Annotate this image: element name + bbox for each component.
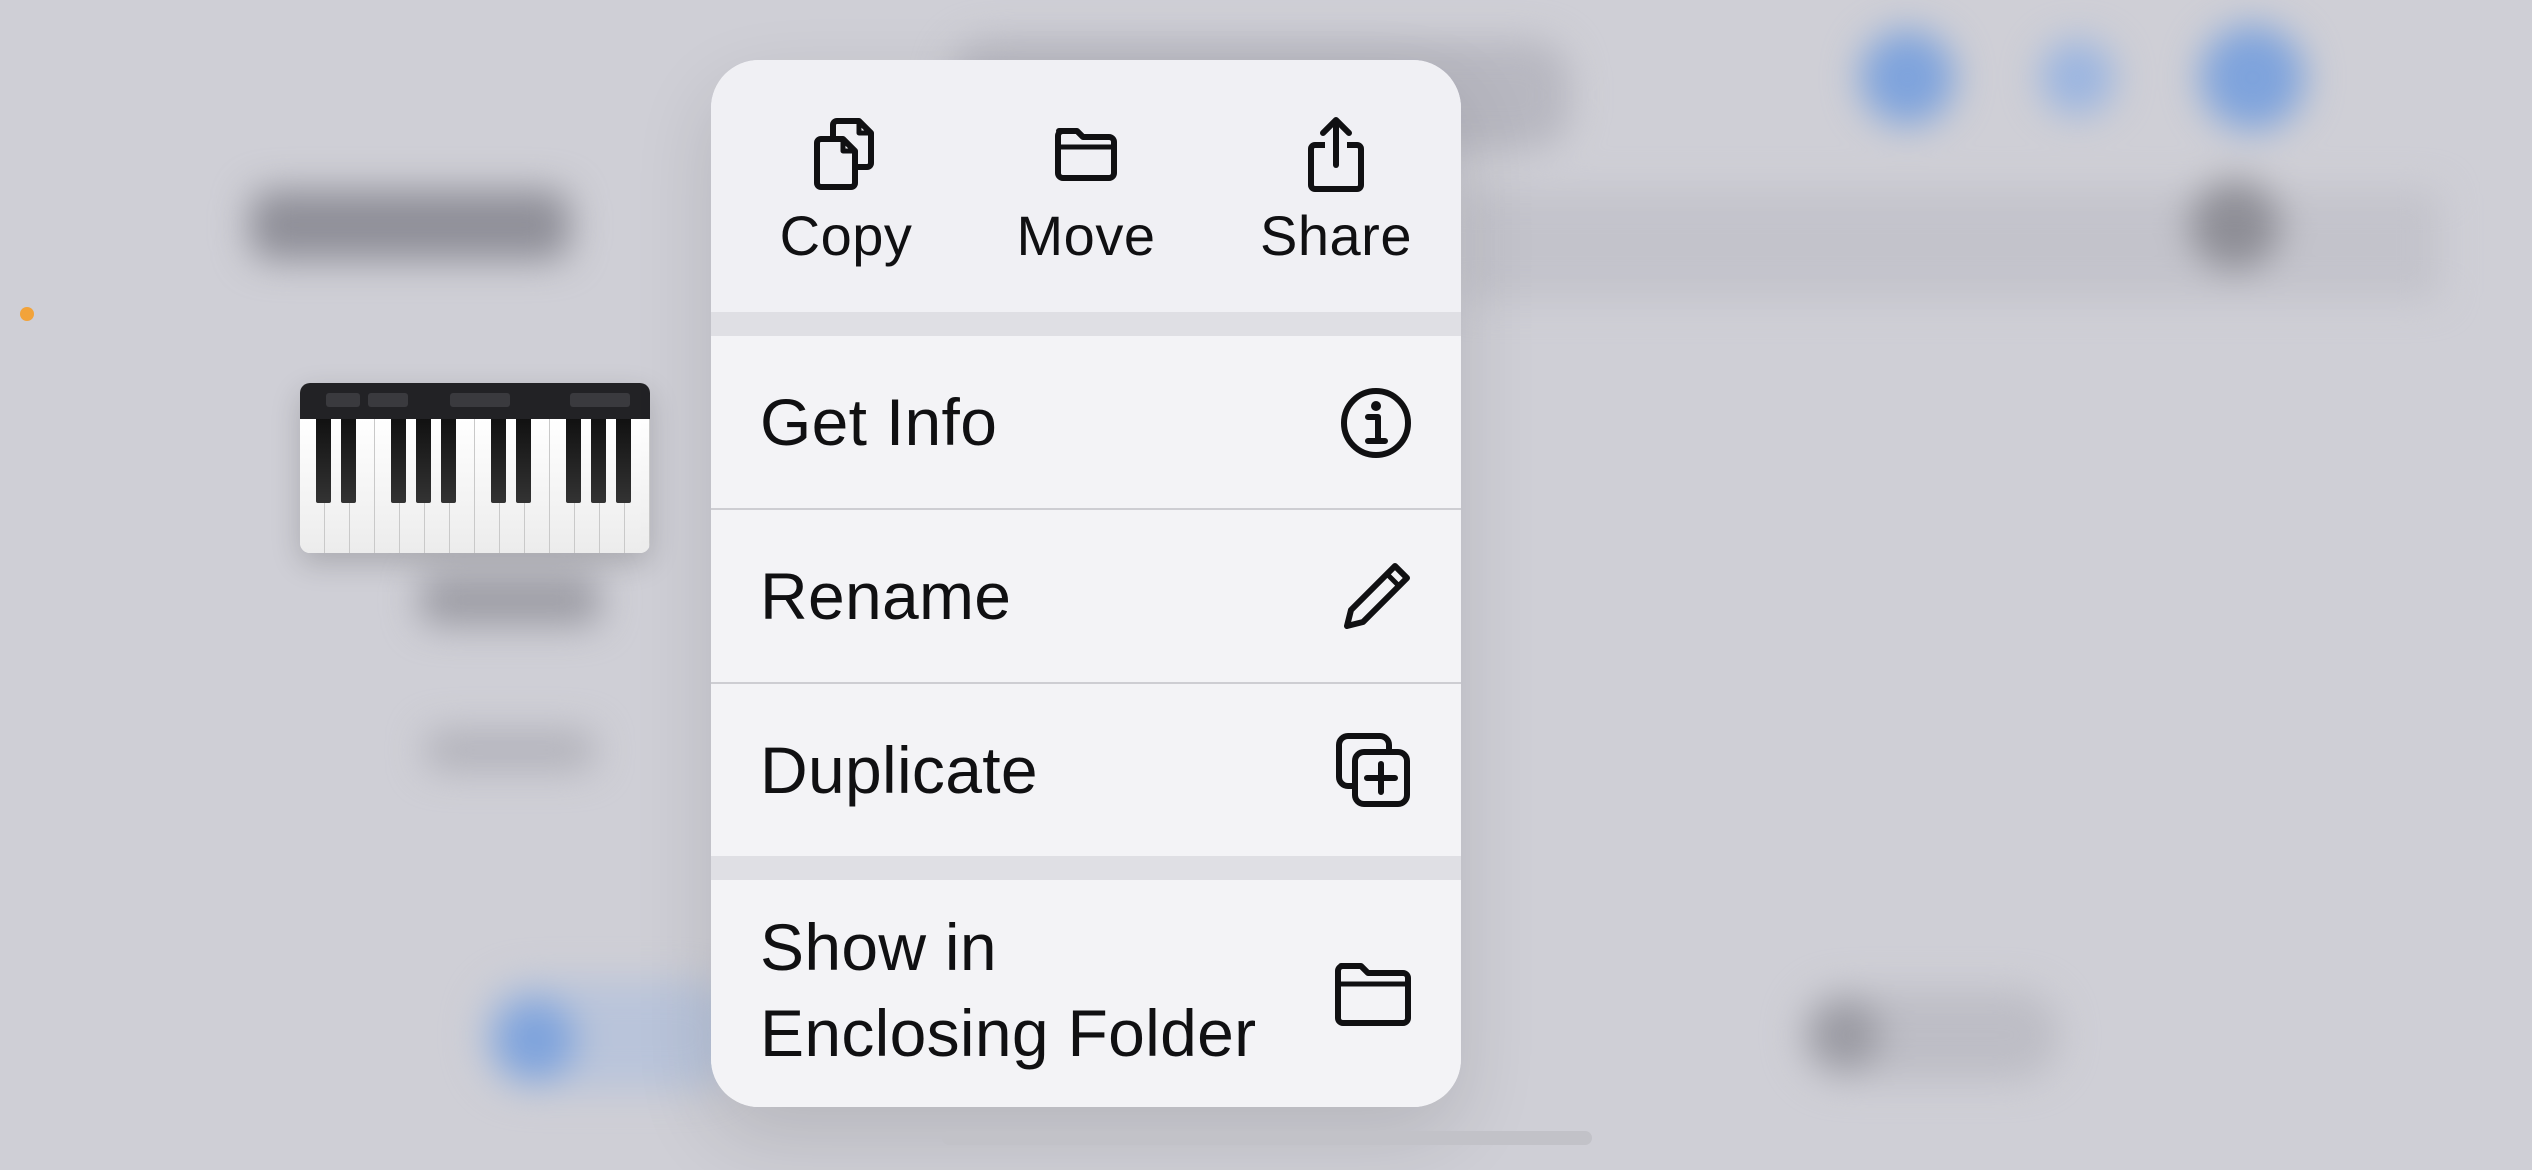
copy-button[interactable]: Copy <box>736 115 956 285</box>
duplicate-icon <box>1333 730 1413 815</box>
menu-action-row: Copy Move Share <box>711 60 1461 312</box>
rename-item[interactable]: Rename <box>711 510 1461 682</box>
blurred-toolbar-button <box>1860 30 1955 125</box>
duplicate-label: Duplicate <box>760 733 1038 807</box>
black-key <box>616 419 631 503</box>
share-icon <box>1308 117 1364 192</box>
get-info-item[interactable]: Get Info <box>711 336 1461 508</box>
blurred-tab-icon <box>1810 1000 1880 1070</box>
black-key <box>441 419 456 503</box>
blurred-more-button <box>2190 180 2280 270</box>
show-in-enclosing-folder-item[interactable]: Show in Enclosing Folder <box>711 880 1461 1107</box>
black-key <box>491 419 506 503</box>
blurred-file-date <box>425 730 595 770</box>
blurred-tab-icon <box>495 1000 575 1080</box>
pencil-icon <box>1339 560 1413 639</box>
move-button[interactable]: Move <box>976 115 1196 285</box>
info-icon <box>1339 386 1413 465</box>
folder-icon <box>1333 958 1413 1037</box>
blurred-file-name <box>420 575 600 625</box>
thumbnail-field <box>368 393 408 407</box>
blurred-title <box>250 190 570 260</box>
black-key <box>316 419 331 503</box>
thumbnail-field <box>450 393 510 407</box>
copy-label: Copy <box>779 204 913 267</box>
rename-label: Rename <box>760 559 1012 633</box>
activity-indicator-dot <box>20 307 34 321</box>
share-label: Share <box>1260 204 1412 267</box>
show-in-label-line1: Show in <box>760 910 997 984</box>
blurred-header-band <box>1460 190 2440 300</box>
copy-icon <box>814 118 874 190</box>
file-thumbnail-piano[interactable] <box>300 383 650 553</box>
black-key <box>391 419 406 503</box>
black-key <box>591 419 606 503</box>
move-label: Move <box>1016 204 1156 267</box>
blurred-toolbar-button <box>2200 25 2305 130</box>
menu-section-divider <box>711 312 1461 336</box>
duplicate-item[interactable]: Duplicate <box>711 684 1461 856</box>
thumbnail-control-bar <box>300 383 650 422</box>
show-in-label-line2: Enclosing Folder <box>760 996 1257 1070</box>
black-key <box>566 419 581 503</box>
menu-section-divider <box>711 856 1461 880</box>
screen: Copy Move Share Get Info Rename Duplicat… <box>0 0 2532 1170</box>
thumbnail-buttons <box>570 393 630 407</box>
black-key <box>516 419 531 503</box>
context-menu: Copy Move Share Get Info Rename Duplicat… <box>711 60 1461 1107</box>
folder-icon <box>1055 128 1117 181</box>
black-key <box>341 419 356 503</box>
get-info-label: Get Info <box>760 385 998 459</box>
blurred-toolbar-button <box>2040 40 2115 115</box>
thumbnail-arrows <box>326 393 360 407</box>
share-button[interactable]: Share <box>1226 115 1446 285</box>
black-key <box>416 419 431 503</box>
home-indicator[interactable] <box>942 1131 1592 1145</box>
